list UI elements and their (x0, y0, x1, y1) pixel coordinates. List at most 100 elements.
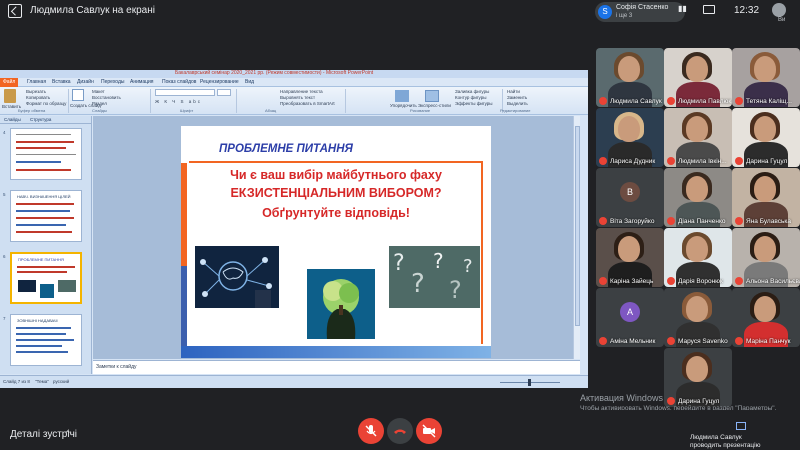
ppt-tab-file[interactable]: Файл (0, 78, 19, 87)
participant-tile[interactable]: Каріна Зайець (596, 228, 664, 287)
participant-name: Аміна Мельник (610, 338, 656, 345)
new-slide-icon[interactable] (72, 89, 84, 101)
thumb-text-line (16, 327, 71, 329)
chevron-up-icon[interactable]: ⌃ (64, 429, 72, 440)
slide-thumbnail[interactable] (10, 128, 82, 180)
font-name-box[interactable] (155, 89, 215, 96)
ribbon-shape-effects[interactable]: Эффекты фигуры (455, 101, 493, 106)
ribbon-layout[interactable]: Макет (92, 89, 105, 94)
paste-icon[interactable] (4, 89, 16, 103)
participant-face (686, 356, 708, 382)
participant-initial-avatar: A (620, 302, 640, 322)
participant-tile[interactable]: Діана Панченко (664, 168, 732, 227)
group-font: Шрифт (180, 108, 194, 113)
participant-tile[interactable]: A Аміна Мельник (596, 288, 664, 347)
arrange-icon[interactable] (395, 90, 409, 102)
leave-call-button[interactable] (387, 418, 413, 444)
participant-tile[interactable]: Дарина Гуцул (664, 348, 732, 407)
thumb-text-line (16, 169, 71, 171)
ppt-tab-slideshow[interactable]: Показ слайдов (162, 79, 196, 85)
ppt-tab-insert[interactable]: Вставка (52, 79, 71, 85)
participant-face (686, 236, 708, 262)
participant-tile[interactable]: Тетяна Каліщ... (732, 48, 800, 107)
ribbon-separator (236, 89, 237, 113)
participant-tile[interactable]: B Віта Загоруйко (596, 168, 664, 227)
ppt-tab-review[interactable]: Рецензирование (200, 79, 239, 85)
ppt-tab-home[interactable]: Главная (27, 79, 46, 85)
participant-face (754, 236, 776, 262)
ppt-ribbon: Вставить Вырезать Копировать Формат по о… (0, 87, 588, 115)
tab-slides[interactable]: Слайды (4, 117, 21, 122)
ppt-tab-design[interactable]: Дизайн (77, 79, 94, 85)
slide-question-line1: Чи є ваш вибір майбутнього фаху (230, 168, 442, 182)
participant-tile[interactable]: Яна Булавська (732, 168, 800, 227)
participant-name: Яна Булавська (746, 218, 791, 225)
windows-activation-title: Активация Windows (580, 393, 663, 403)
ribbon-find[interactable]: Найти (507, 89, 520, 94)
ribbon-copy[interactable]: Копировать (26, 95, 50, 100)
ribbon-section[interactable]: Раздел (92, 101, 107, 106)
group-drawing: Рисование (410, 108, 431, 113)
participant-tile[interactable]: Людмила Савлук (596, 48, 664, 107)
participant-tile[interactable]: Маріна Панчук (732, 288, 800, 347)
slide-editor: ПРОБЛЕМНЕ ПИТАННЯ Чи є ваш вибір майбутн… (93, 116, 580, 359)
participant-tile[interactable]: Лариса Дудник (596, 108, 664, 167)
ppt-tab-transitions[interactable]: Переходы (101, 79, 124, 85)
participant-tile[interactable]: Дарина Гуцул (732, 108, 800, 167)
font-size-box[interactable] (217, 89, 231, 96)
participant-name: Віта Загоруйко (610, 218, 655, 225)
presentation-icon[interactable] (736, 422, 746, 430)
thumb-title: ЗОВНІШНІ НАДАВАЧІ (17, 318, 58, 323)
thumb-number: 4 (3, 130, 6, 135)
participant-tile[interactable]: Маруся Savenko (664, 288, 732, 347)
font-format-buttons[interactable]: Ж К Ч S abc (155, 99, 202, 104)
slide-thumbnail[interactable]: ЗОВНІШНІ НАДАВАЧІ (10, 314, 82, 366)
scrollbar-thumb[interactable] (575, 126, 580, 326)
participant-tile[interactable]: Дарія Воронюк (664, 228, 732, 287)
ppt-title-bar: Бакалаврський семінар 2020_2021 рр. (Реж… (0, 70, 588, 78)
ribbon-select[interactable]: Выделить (507, 101, 528, 106)
participant-tile[interactable]: Альона Васильєва (732, 228, 800, 287)
slide-thumbnail-selected[interactable]: ПРОБЛЕМНЕ ПИТАННЯ (10, 252, 82, 304)
shared-screen-powerpoint: Бакалаврський семінар 2020_2021 рр. (Реж… (0, 70, 588, 388)
notes-pane[interactable]: Заметки к слайду (93, 360, 580, 374)
meet-bottom-bar: Деталі зустрічі ⌃ Людмила Савлук проводи… (0, 410, 800, 450)
thumb-text-line (16, 345, 62, 347)
muted-mic-icon (735, 217, 743, 225)
ribbon-shape-outline[interactable]: Контур фигуры (455, 95, 486, 100)
muted-mic-icon (667, 397, 675, 405)
active-speaker-chip[interactable]: S Софія Стасенко і ще 3 (595, 2, 685, 22)
muted-mic-icon (667, 217, 675, 225)
slide-thumbnail[interactable]: НАВЧ. ВИЗНАЧЕННЯ ЦІЛЕЙ (10, 190, 82, 242)
tab-outline[interactable]: Структура (30, 117, 51, 122)
thumb-text-line (17, 271, 67, 273)
ribbon-smartart[interactable]: Преобразовать в SmartArt (280, 101, 335, 106)
muted-mic-icon (599, 337, 607, 345)
current-slide[interactable]: ПРОБЛЕМНЕ ПИТАННЯ Чи є ваш вибір майбутн… (181, 126, 491, 358)
editor-vertical-scrollbar[interactable] (573, 116, 580, 359)
ribbon-text-direction[interactable]: Направление текста (280, 89, 323, 94)
ribbon-replace[interactable]: Заменить (507, 95, 527, 100)
ribbon-align-text[interactable]: Выровнять текст (280, 95, 315, 100)
quick-styles-icon[interactable] (425, 90, 439, 102)
ribbon-format-painter[interactable]: Формат по образцу (26, 101, 66, 106)
ppt-tab-animation[interactable]: Анимация (130, 79, 153, 85)
participant-face (686, 56, 708, 82)
zoom-slider-knob[interactable] (528, 379, 531, 386)
participant-tile[interactable]: Людмила Павлюк (664, 48, 732, 107)
ribbon-cut[interactable]: Вырезать (26, 89, 46, 94)
hang-up-icon (394, 429, 406, 434)
mic-off-button[interactable] (358, 418, 384, 444)
muted-mic-icon (667, 97, 675, 105)
ribbon-shape-fill[interactable]: Заливка фигуры (455, 89, 489, 94)
thumb-number: 7 (3, 316, 6, 321)
camera-off-button[interactable] (416, 418, 442, 444)
ribbon-reset[interactable]: Восстановить (92, 95, 121, 100)
participant-tile[interactable]: Людмила Івкін... (664, 108, 732, 167)
ppt-tab-view[interactable]: Вид (245, 79, 254, 85)
camera-off-icon (422, 424, 436, 438)
ribbon-separator (345, 89, 346, 113)
participant-name: Тетяна Каліщ... (746, 98, 792, 105)
captions-icon[interactable] (703, 5, 715, 14)
muted-mic-icon (735, 157, 743, 165)
